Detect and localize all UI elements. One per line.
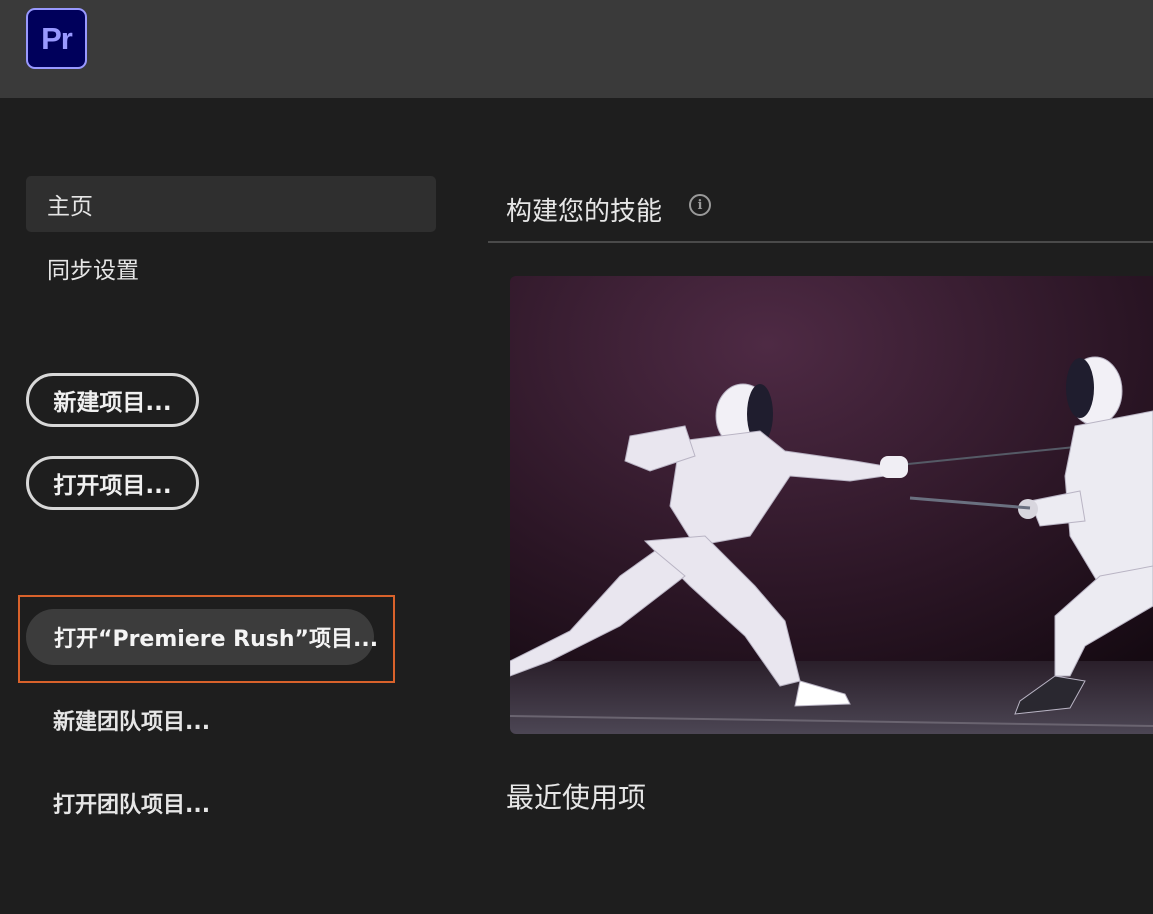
open-project-label: 打开项目... [53,473,172,499]
recent-items-title: 最近使用项 [506,781,647,814]
new-team-project-button[interactable]: 新建团队项目... [53,704,210,736]
skills-section-title: 构建您的技能 [506,197,663,227]
new-project-label: 新建项目... [53,390,172,416]
sidebar: 主页 同步设置 新建项目... 打开项目... 打开“Premiere Rush… [0,98,470,914]
sidebar-item-sync-settings[interactable]: 同步设置 [26,240,436,296]
sidebar-item-label: 主页 [47,194,93,220]
top-bar: Pr [0,0,1153,98]
logo-text: Pr [41,20,73,56]
sidebar-item-label: 同步设置 [47,258,139,284]
fencing-photo [510,276,1153,734]
open-rush-project-label: 打开“Premiere Rush”项目... [54,627,379,652]
new-project-button[interactable]: 新建项目... [26,373,199,427]
open-team-project-button[interactable]: 打开团队项目... [53,787,210,819]
new-team-project-label: 新建团队项目... [53,710,211,735]
open-project-button[interactable]: 打开项目... [26,456,199,510]
sidebar-item-home[interactable]: 主页 [26,176,436,232]
tutorial-hero-image[interactable] [510,276,1153,734]
section-divider [488,241,1153,243]
open-premiere-rush-project-button[interactable]: 打开“Premiere Rush”项目... [26,609,378,665]
open-team-project-label: 打开团队项目... [53,793,211,818]
premiere-pro-logo: Pr [26,8,87,69]
info-icon[interactable]: i [689,194,711,216]
main-content: 构建您的技能 i 最近使用项 [470,98,1153,914]
